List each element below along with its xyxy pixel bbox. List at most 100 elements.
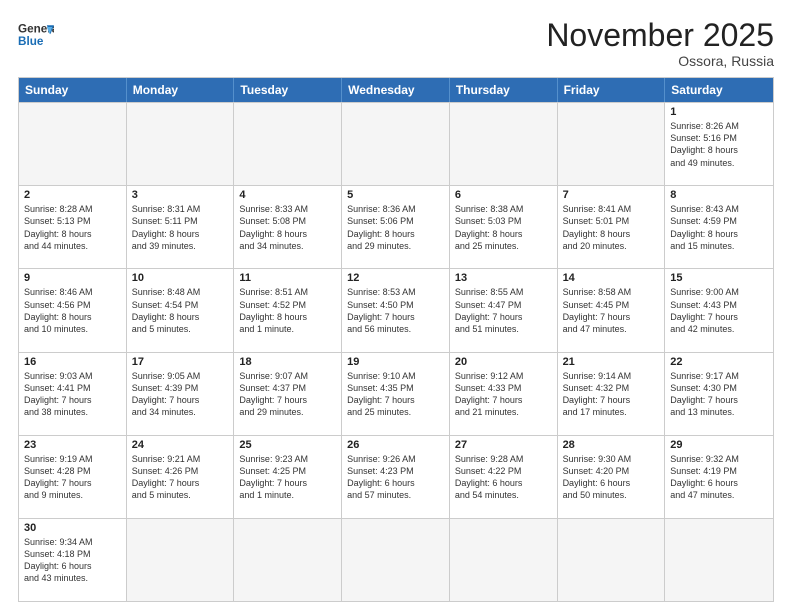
calendar-cell-1: 1 Sunrise: 8:26 AM Sunset: 5:16 PM Daylig… [665,103,773,185]
day-number: 1 [670,106,768,118]
location: Ossora, Russia [546,53,774,69]
day-number: 13 [455,272,552,284]
calendar-row-2: 9 Sunrise: 8:46 AM Sunset: 4:56 PM Daylig… [19,268,773,351]
calendar-cell-empty [234,519,342,601]
sun-info: Sunrise: 8:28 AM Sunset: 5:13 PM Dayligh… [24,203,121,252]
title-block: November 2025 Ossora, Russia [546,18,774,69]
sun-info: Sunrise: 8:38 AM Sunset: 5:03 PM Dayligh… [455,203,552,252]
sun-info: Sunrise: 8:36 AM Sunset: 5:06 PM Dayligh… [347,203,444,252]
calendar-cell-10: 10Sunrise: 8:48 AM Sunset: 4:54 PM Dayli… [127,269,235,351]
sun-info: Sunrise: 9:00 AM Sunset: 4:43 PM Dayligh… [670,286,768,335]
calendar-cell-3: 3Sunrise: 8:31 AM Sunset: 5:11 PM Daylig… [127,186,235,268]
sun-info: Sunrise: 9:12 AM Sunset: 4:33 PM Dayligh… [455,370,552,419]
calendar-cell-27: 27 Sunrise: 9:28 AM Sunset: 4:22 PM Dayli… [450,436,558,518]
sun-info: Sunrise: 9:19 AM Sunset: 4:28 PM Dayligh… [24,453,121,502]
calendar-cell-empty [19,103,127,185]
calendar-cell-19: 19 Sunrise: 9:10 AM Sunset: 4:35 PM Dayli… [342,353,450,435]
day-number: 23 [24,439,121,451]
day-number: 18 [239,356,336,368]
sun-info: Sunrise: 9:21 AM Sunset: 4:26 PM Dayligh… [132,453,229,502]
sun-info: Sunrise: 9:23 AM Sunset: 4:25 PM Dayligh… [239,453,336,502]
sun-info: Sunrise: 8:51 AM Sunset: 4:52 PM Dayligh… [239,286,336,335]
calendar-cell-empty [127,103,235,185]
day-number: 12 [347,272,444,284]
day-number: 22 [670,356,768,368]
weekday-header-wednesday: Wednesday [342,78,450,102]
day-number: 6 [455,189,552,201]
page: General Blue November 2025 Ossora, Russi… [0,0,792,612]
day-number: 11 [239,272,336,284]
calendar-row-4: 23 Sunrise: 9:19 AM Sunset: 4:28 PM Dayli… [19,435,773,518]
calendar-cell-30: 30Sunrise: 9:34 AM Sunset: 4:18 PM Dayli… [19,519,127,601]
day-number: 2 [24,189,121,201]
sun-info: Sunrise: 9:28 AM Sunset: 4:22 PM Dayligh… [455,453,552,502]
day-number: 27 [455,439,552,451]
sun-info: Sunrise: 8:31 AM Sunset: 5:11 PM Dayligh… [132,203,229,252]
logo-icon: General Blue [18,18,54,54]
sun-info: Sunrise: 9:17 AM Sunset: 4:30 PM Dayligh… [670,370,768,419]
day-number: 16 [24,356,121,368]
day-number: 28 [563,439,660,451]
calendar-cell-8: 8 Sunrise: 8:43 AM Sunset: 4:59 PM Daylig… [665,186,773,268]
weekday-header-friday: Friday [558,78,666,102]
calendar-cell-18: 18Sunrise: 9:07 AM Sunset: 4:37 PM Dayli… [234,353,342,435]
calendar-row-5: 30Sunrise: 9:34 AM Sunset: 4:18 PM Dayli… [19,518,773,601]
day-number: 30 [24,522,121,534]
sun-info: Sunrise: 9:10 AM Sunset: 4:35 PM Dayligh… [347,370,444,419]
day-number: 24 [132,439,229,451]
calendar-header-row: SundayMondayTuesdayWednesdayThursdayFrid… [19,78,773,102]
day-number: 8 [670,189,768,201]
calendar-cell-empty [450,103,558,185]
calendar-cell-12: 12 Sunrise: 8:53 AM Sunset: 4:50 PM Dayli… [342,269,450,351]
calendar-cell-11: 11 Sunrise: 8:51 AM Sunset: 4:52 PM Dayli… [234,269,342,351]
calendar-cell-2: 2 Sunrise: 8:28 AM Sunset: 5:13 PM Daylig… [19,186,127,268]
sun-info: Sunrise: 8:46 AM Sunset: 4:56 PM Dayligh… [24,286,121,335]
calendar-row-0: 1 Sunrise: 8:26 AM Sunset: 5:16 PM Daylig… [19,102,773,185]
day-number: 5 [347,189,444,201]
sun-info: Sunrise: 9:30 AM Sunset: 4:20 PM Dayligh… [563,453,660,502]
calendar-cell-empty [342,519,450,601]
day-number: 4 [239,189,336,201]
day-number: 25 [239,439,336,451]
calendar-cell-7: 7Sunrise: 8:41 AM Sunset: 5:01 PM Daylig… [558,186,666,268]
calendar-cell-empty [558,103,666,185]
sun-info: Sunrise: 9:05 AM Sunset: 4:39 PM Dayligh… [132,370,229,419]
sun-info: Sunrise: 8:58 AM Sunset: 4:45 PM Dayligh… [563,286,660,335]
day-number: 14 [563,272,660,284]
calendar-cell-20: 20Sunrise: 9:12 AM Sunset: 4:33 PM Dayli… [450,353,558,435]
day-number: 29 [670,439,768,451]
sun-info: Sunrise: 8:33 AM Sunset: 5:08 PM Dayligh… [239,203,336,252]
month-title: November 2025 [546,18,774,53]
sun-info: Sunrise: 8:26 AM Sunset: 5:16 PM Dayligh… [670,120,768,169]
calendar-cell-empty [234,103,342,185]
day-number: 9 [24,272,121,284]
calendar-cell-23: 23 Sunrise: 9:19 AM Sunset: 4:28 PM Dayli… [19,436,127,518]
sun-info: Sunrise: 8:53 AM Sunset: 4:50 PM Dayligh… [347,286,444,335]
sun-info: Sunrise: 8:55 AM Sunset: 4:47 PM Dayligh… [455,286,552,335]
calendar-cell-empty [127,519,235,601]
calendar-cell-16: 16 Sunrise: 9:03 AM Sunset: 4:41 PM Dayli… [19,353,127,435]
header: General Blue November 2025 Ossora, Russi… [18,18,774,69]
sun-info: Sunrise: 8:41 AM Sunset: 5:01 PM Dayligh… [563,203,660,252]
calendar-cell-5: 5 Sunrise: 8:36 AM Sunset: 5:06 PM Daylig… [342,186,450,268]
weekday-header-monday: Monday [127,78,235,102]
sun-info: Sunrise: 8:43 AM Sunset: 4:59 PM Dayligh… [670,203,768,252]
calendar-body: 1 Sunrise: 8:26 AM Sunset: 5:16 PM Daylig… [19,102,773,601]
day-number: 21 [563,356,660,368]
day-number: 17 [132,356,229,368]
weekday-header-sunday: Sunday [19,78,127,102]
calendar-cell-15: 15Sunrise: 9:00 AM Sunset: 4:43 PM Dayli… [665,269,773,351]
calendar-cell-empty [558,519,666,601]
calendar-cell-21: 21 Sunrise: 9:14 AM Sunset: 4:32 PM Dayli… [558,353,666,435]
weekday-header-thursday: Thursday [450,78,558,102]
calendar-cell-empty [450,519,558,601]
sun-info: Sunrise: 9:26 AM Sunset: 4:23 PM Dayligh… [347,453,444,502]
sun-info: Sunrise: 9:03 AM Sunset: 4:41 PM Dayligh… [24,370,121,419]
calendar-cell-13: 13 Sunrise: 8:55 AM Sunset: 4:47 PM Dayli… [450,269,558,351]
logo: General Blue [18,18,54,54]
calendar-cell-empty [342,103,450,185]
sun-info: Sunrise: 9:14 AM Sunset: 4:32 PM Dayligh… [563,370,660,419]
day-number: 26 [347,439,444,451]
day-number: 19 [347,356,444,368]
calendar-cell-9: 9 Sunrise: 8:46 AM Sunset: 4:56 PM Daylig… [19,269,127,351]
